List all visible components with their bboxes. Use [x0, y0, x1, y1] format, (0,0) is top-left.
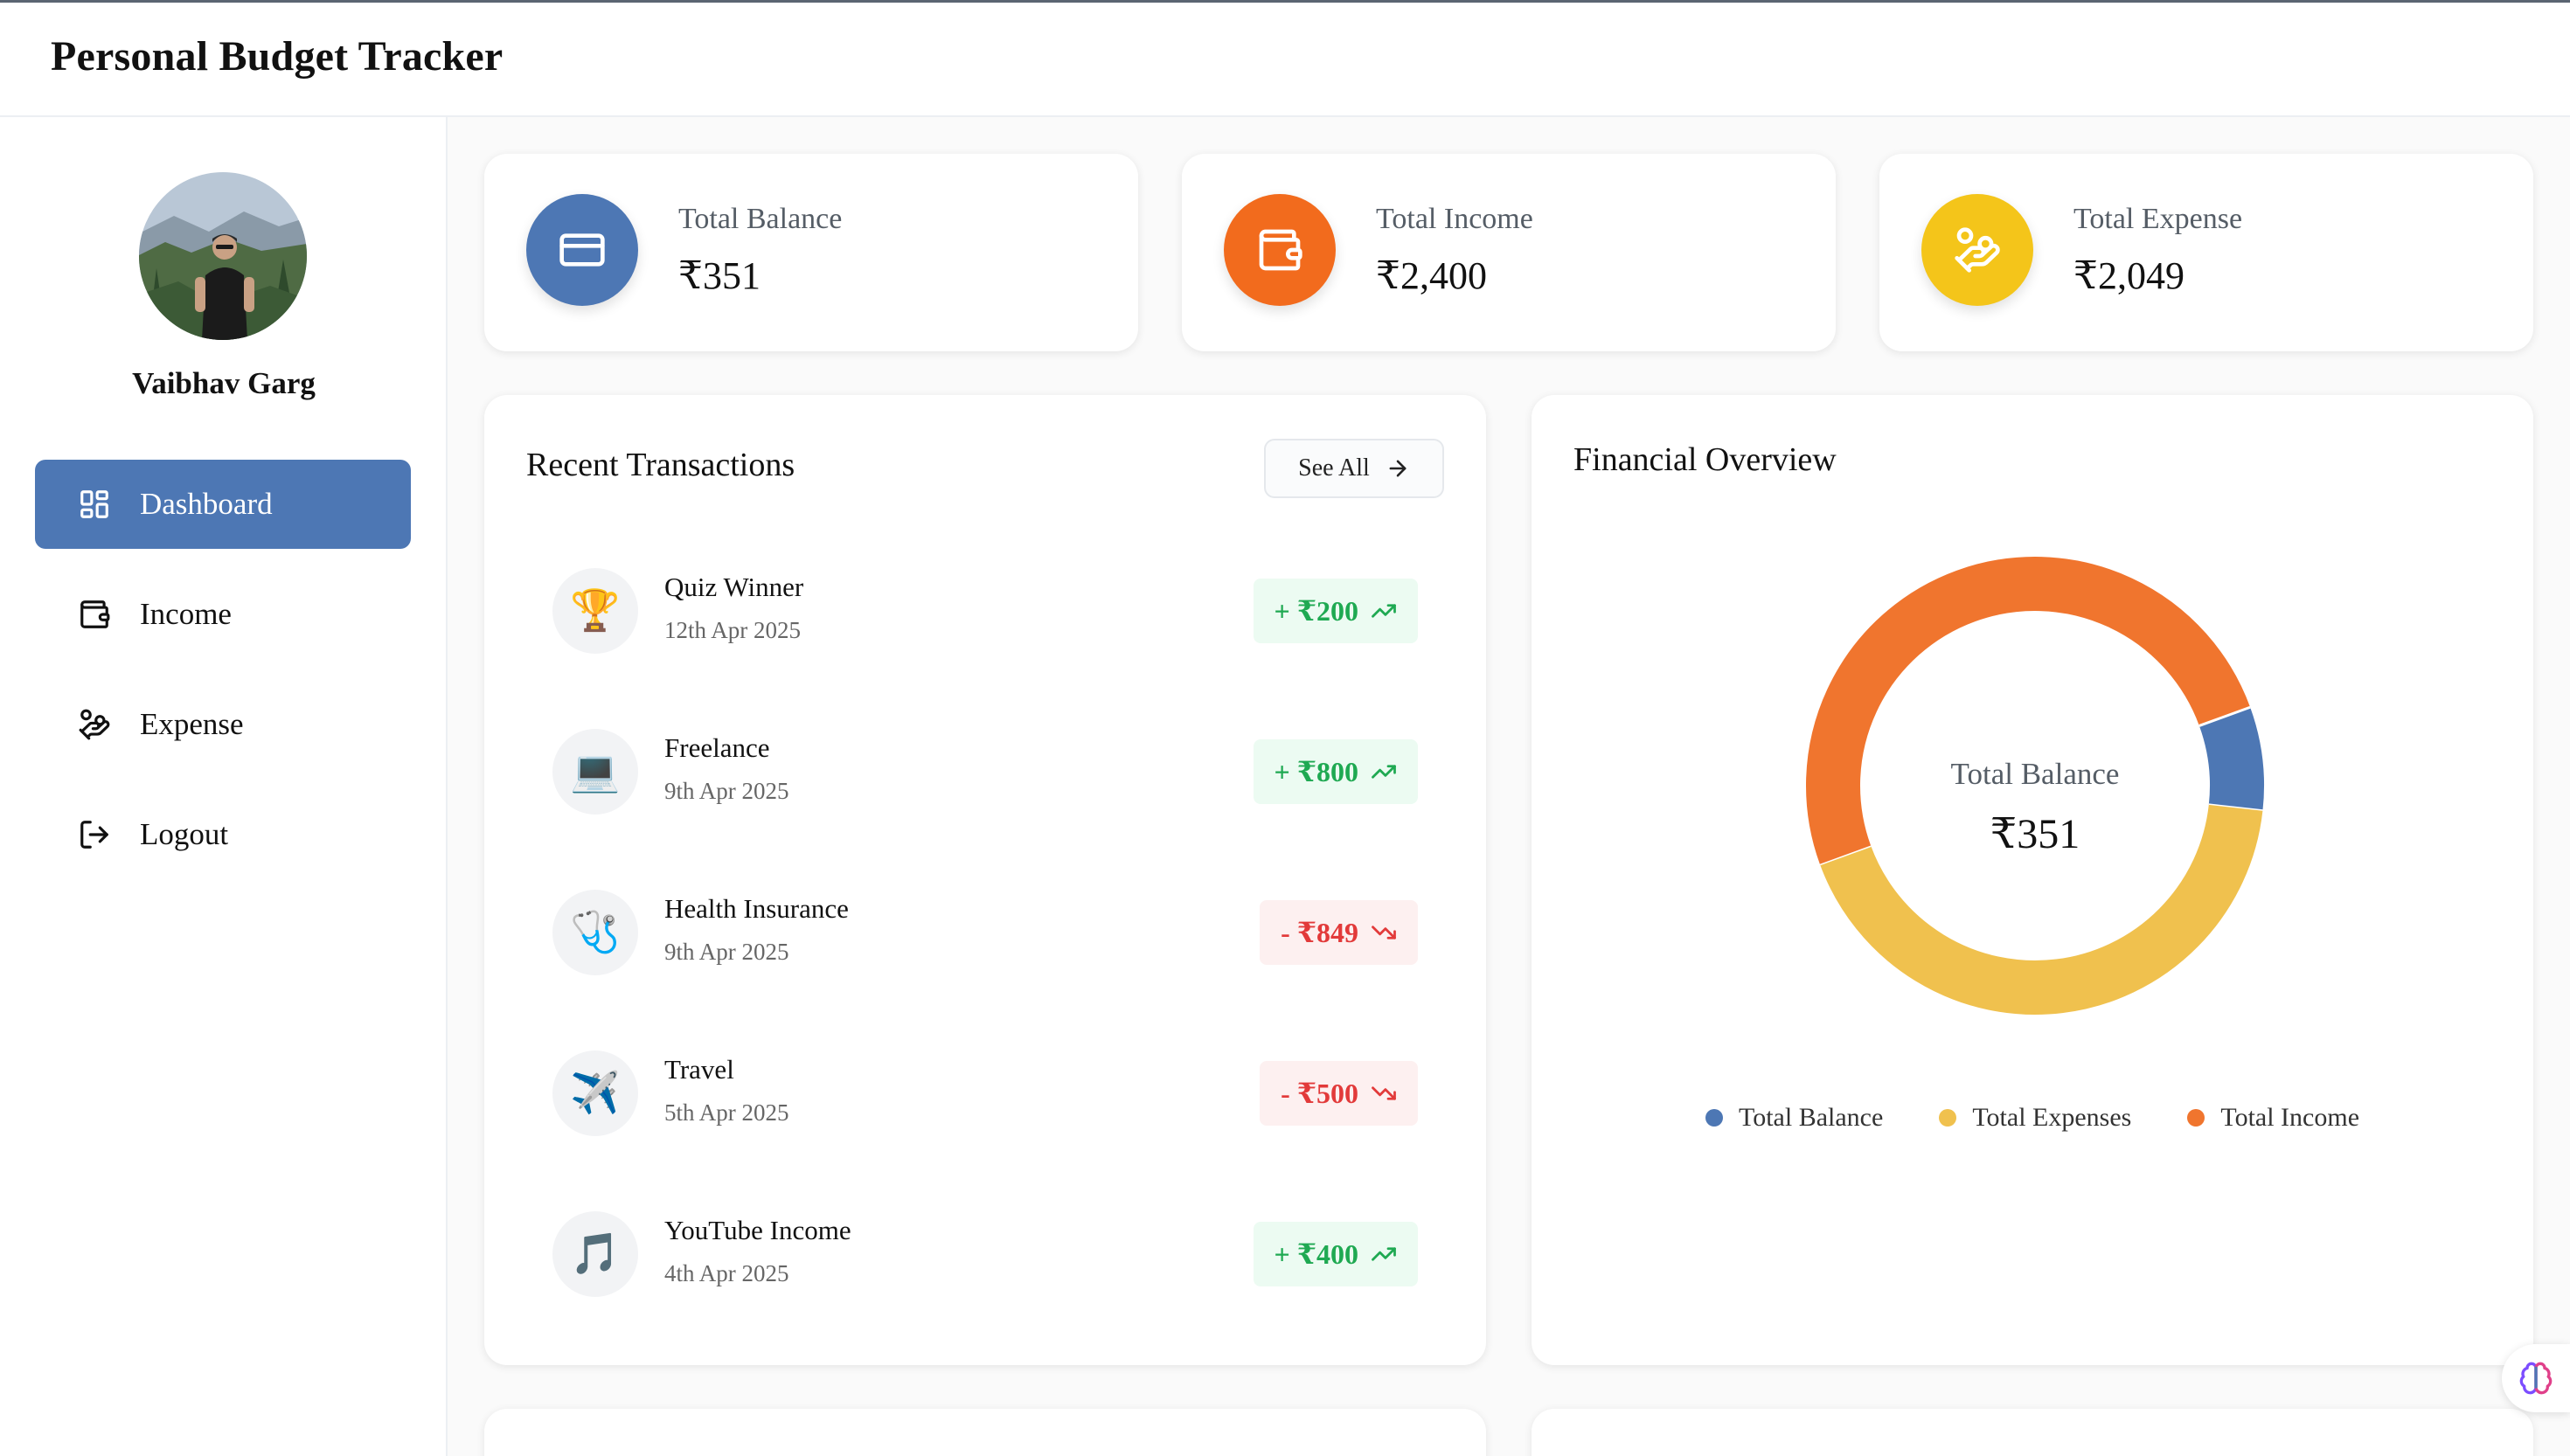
laptop-icon: 💻: [552, 729, 638, 815]
user-name: Vaibhav Garg: [132, 366, 316, 400]
transaction-date: 9th Apr 2025: [664, 778, 789, 804]
sidebar-item-label: Income: [140, 597, 232, 631]
donut-center-label: Total Balance: [1950, 757, 2120, 791]
legend-label: Total Expenses: [1972, 1103, 2132, 1132]
transaction-row[interactable]: ✈️ Travel 5th Apr 2025 - ₹500: [552, 1047, 1418, 1143]
app-header: Personal Budget Tracker: [0, 3, 2570, 117]
transaction-date: 12th Apr 2025: [664, 617, 802, 643]
arrow-right-icon: [1389, 460, 1407, 477]
legend-label: Total Income: [2220, 1103, 2360, 1132]
sidebar-item-label: Expense: [140, 707, 244, 741]
section-title: Financial Overview: [1573, 441, 1837, 478]
airplane-icon: ✈️: [552, 1050, 638, 1136]
stat-card-total-income: Total Income ₹2,400: [1182, 154, 1836, 351]
brain-icon: [2519, 1362, 2553, 1395]
sidebar-item-income[interactable]: Income: [35, 570, 411, 659]
legend-item[interactable]: Total Expenses: [1939, 1103, 2131, 1133]
assistant-brain-button[interactable]: [2502, 1344, 2570, 1412]
donut-center-value: ₹351: [1990, 811, 2080, 857]
trending-up-icon: [1372, 604, 1396, 618]
sidebar-item-dashboard[interactable]: Dashboard: [35, 460, 411, 549]
lower-card-right: [1532, 1409, 2533, 1456]
transaction-row[interactable]: 🎵 YouTube Income 4th Apr 2025 + ₹400: [552, 1208, 1418, 1304]
stat-label: Total Expense: [2073, 203, 2243, 235]
transaction-date: 4th Apr 2025: [664, 1260, 789, 1286]
transaction-row[interactable]: 🏆 Quiz Winner 12th Apr 2025 + ₹200: [552, 565, 1418, 661]
transaction-amount: + ₹800: [1253, 739, 1418, 804]
sidebar: Vaibhav Garg Dashboard Income Expense Lo…: [0, 117, 448, 1456]
hand-coins-icon: [77, 707, 112, 742]
transaction-name: Health Insurance: [664, 893, 849, 924]
donut-chart: Total Balance ₹351: [1805, 556, 2265, 1016]
trending-up-icon: [1372, 1247, 1396, 1261]
wallet-icon: [1224, 194, 1336, 306]
card-icon: [526, 194, 638, 306]
lower-card-left: [484, 1409, 1486, 1456]
see-all-label: See All: [1298, 454, 1370, 482]
stat-value: ₹2,400: [1376, 254, 1487, 297]
app-title: Personal Budget Tracker: [51, 33, 504, 80]
stat-label: Total Balance: [678, 203, 843, 235]
transaction-name: Freelance: [664, 732, 770, 763]
sidebar-item-expense[interactable]: Expense: [35, 680, 411, 769]
legend-item[interactable]: Total Balance: [1705, 1103, 1883, 1133]
see-all-button[interactable]: See All: [1264, 439, 1444, 498]
stat-label: Total Income: [1376, 203, 1533, 235]
transaction-name: YouTube Income: [664, 1215, 851, 1245]
trending-down-icon: [1372, 1086, 1396, 1100]
transaction-name: Quiz Winner: [664, 572, 804, 602]
chart-legend: Total Balance Total Expenses Total Income: [1532, 1103, 2533, 1133]
trending-down-icon: [1372, 926, 1396, 939]
transaction-amount: - ₹500: [1260, 1061, 1418, 1126]
sidebar-item-logout[interactable]: Logout: [35, 790, 411, 879]
logout-icon: [77, 817, 112, 852]
stat-value: ₹2,049: [2073, 254, 2184, 297]
legend-dot: [2187, 1109, 2205, 1127]
stat-card-total-expense: Total Expense ₹2,049: [1879, 154, 2533, 351]
transaction-amount: - ₹849: [1260, 900, 1418, 965]
stat-value: ₹351: [678, 254, 761, 297]
hand-coins-icon: [1921, 194, 2033, 306]
legend-label: Total Balance: [1738, 1103, 1884, 1132]
transaction-amount: + ₹400: [1253, 1222, 1418, 1286]
stat-card-total-balance: Total Balance ₹351: [484, 154, 1138, 351]
legend-dot: [1939, 1109, 1957, 1127]
recent-transactions-card: Recent Transactions See All 🏆 Quiz Winne…: [484, 395, 1486, 1365]
section-title: Recent Transactions: [526, 447, 795, 483]
music-note-icon: 🎵: [552, 1211, 638, 1297]
legend-dot: [1705, 1109, 1723, 1127]
trophy-icon: 🏆: [552, 568, 638, 654]
transaction-amount: + ₹200: [1253, 579, 1418, 643]
stethoscope-icon: 🩺: [552, 890, 638, 975]
transaction-name: Travel: [664, 1054, 734, 1085]
sidebar-item-label: Logout: [140, 817, 229, 851]
financial-overview-card: Financial Overview Total Balance ₹351 To…: [1532, 395, 2533, 1365]
wallet-icon: [77, 597, 112, 632]
transaction-date: 9th Apr 2025: [664, 939, 789, 965]
dashboard-icon: [77, 487, 112, 522]
avatar: [139, 172, 307, 340]
transaction-row[interactable]: 🩺 Health Insurance 9th Apr 2025 - ₹849: [552, 886, 1418, 982]
transaction-row[interactable]: 💻 Freelance 9th Apr 2025 + ₹800: [552, 725, 1418, 822]
legend-item[interactable]: Total Income: [2187, 1103, 2359, 1133]
trending-up-icon: [1372, 765, 1396, 779]
transaction-date: 5th Apr 2025: [664, 1099, 789, 1126]
sidebar-item-label: Dashboard: [140, 487, 273, 521]
